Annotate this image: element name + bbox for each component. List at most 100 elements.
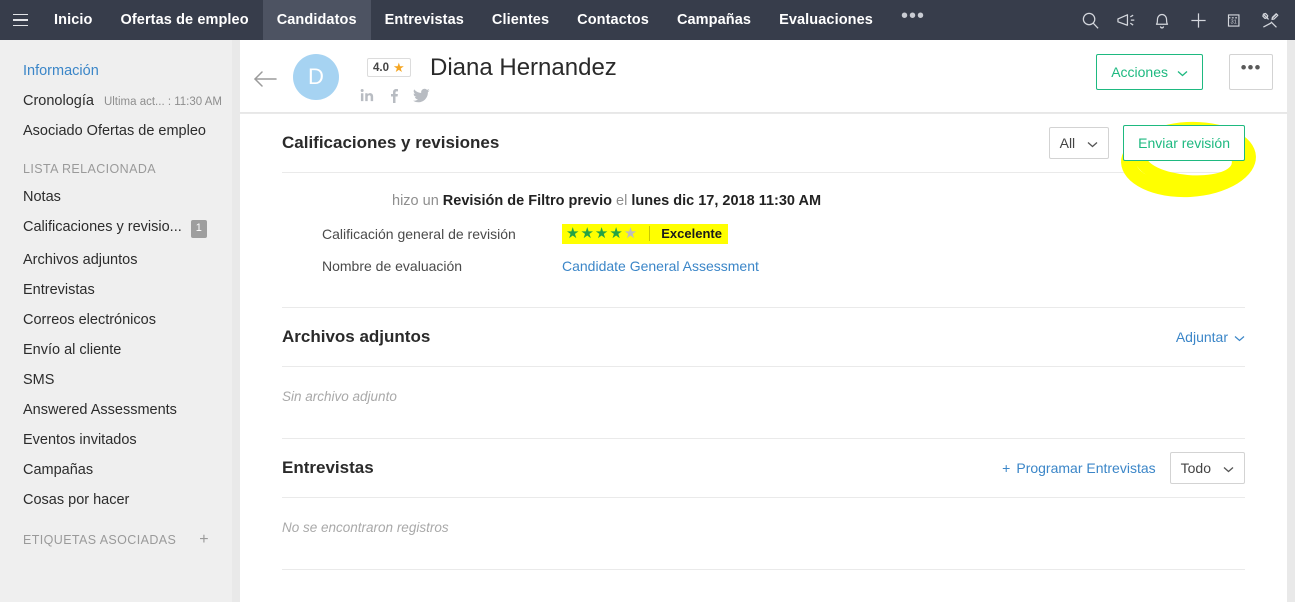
sidebar-item-cronologia[interactable]: Cronología Ultima act... : 11:30 AM: [0, 86, 232, 116]
sidebar-item-label: Entrevistas: [23, 282, 95, 298]
attachments-empty-state: Sin archivo adjunto: [240, 367, 1287, 438]
main-content: D 4.0 ★ Diana Hernandez Acciones ••• Cal…: [232, 40, 1295, 602]
interviews-panel-header: Entrevistas + Programar Entrevistas Todo: [282, 439, 1245, 497]
sidebar-item-label: Calificaciones y revisio...: [23, 219, 182, 235]
programar-entrevistas-label: Programar Entrevistas: [1016, 460, 1156, 476]
sidebar-item-label: Cosas por hacer: [23, 492, 130, 508]
adjuntar-button[interactable]: Adjuntar: [1176, 329, 1245, 345]
sidebar-item-archivos-adjuntos[interactable]: Archivos adjuntos: [0, 245, 232, 275]
interviews-empty-text: No se encontraron registros: [282, 520, 449, 535]
linkedin-icon[interactable]: [360, 88, 375, 103]
reviews-filter-select[interactable]: All: [1048, 127, 1110, 159]
sidebar-section-label: LISTA RELACIONADA: [23, 162, 156, 176]
programar-entrevistas-button[interactable]: + Programar Entrevistas: [1002, 460, 1155, 476]
page-title: Diana Hernandez: [430, 54, 617, 81]
rating-badge[interactable]: 4.0 ★: [367, 58, 411, 77]
review-row-label: Calificación general de revisión: [322, 225, 516, 242]
top-nav-items: Inicio Ofertas de empleo Candidatos Entr…: [40, 0, 939, 40]
reviews-panel-actions: All Enviar revisión: [1048, 125, 1245, 161]
chevron-down-icon: [1087, 135, 1098, 151]
review-row-assessment-name: Nombre de evaluación Candidate General A…: [322, 253, 1245, 278]
nav-overflow-icon[interactable]: •••: [887, 0, 939, 40]
sidebar-item-envio-al-cliente[interactable]: Envío al cliente: [0, 335, 232, 365]
reviews-panel-header: Calificaciones y revisiones All Enviar r…: [282, 114, 1245, 172]
sidebar-item-label: Correos electrónicos: [23, 312, 156, 328]
review-datetime: lunes dic 17, 2018 11:30 AM: [631, 193, 822, 209]
sidebar-item-answered-assessments[interactable]: Answered Assessments: [0, 395, 232, 425]
add-tag-icon[interactable]: +: [199, 531, 209, 549]
interviews-panel-title: Entrevistas: [282, 458, 374, 477]
divider: [649, 225, 651, 241]
sidebar-item-campanas[interactable]: Campañas: [0, 455, 232, 485]
divider: [282, 569, 1245, 570]
nav-item-evaluaciones[interactable]: Evaluaciones: [765, 0, 887, 40]
nav-item-ofertas-de-empleo[interactable]: Ofertas de empleo: [106, 0, 262, 40]
review-detail-rows: Calificación general de revisión ★★★★★ E…: [282, 209, 1245, 307]
more-options-icon[interactable]: •••: [1229, 54, 1273, 90]
nav-item-contactos[interactable]: Contactos: [563, 0, 663, 40]
detail-scroll-area[interactable]: Calificaciones y revisiones All Enviar r…: [240, 114, 1287, 602]
review-rating-highlighted: ★★★★★ Excelente: [562, 223, 728, 244]
avatar: D: [293, 54, 339, 100]
candidate-header: D 4.0 ★ Diana Hernandez Acciones •••: [240, 40, 1287, 113]
announcement-icon[interactable]: [1109, 0, 1143, 40]
sidebar-item-cosas-por-hacer[interactable]: Cosas por hacer: [0, 485, 232, 515]
chevron-down-icon: [1177, 64, 1188, 80]
adjuntar-label: Adjuntar: [1175, 329, 1228, 345]
avatar-initial: D: [308, 64, 324, 89]
sidebar-section-label: ETIQUETAS ASOCIADAS: [23, 533, 177, 547]
assessment-name-link[interactable]: Candidate General Assessment: [562, 258, 759, 274]
calendar-icon[interactable]: 31: [1217, 0, 1251, 40]
plus-icon: +: [1002, 460, 1011, 476]
enviar-revision-wrapper: Enviar revisión: [1123, 125, 1245, 161]
notifications-bell-icon[interactable]: [1145, 0, 1179, 40]
attachments-empty-text: Sin archivo adjunto: [282, 389, 397, 404]
back-arrow-icon[interactable]: [251, 64, 281, 94]
sidebar-item-correos-electronicos[interactable]: Correos electrónicos: [0, 305, 232, 335]
interviews-filter-select[interactable]: Todo: [1169, 452, 1245, 484]
sidebar-section-lista-relacionada: LISTA RELACIONADA: [0, 146, 232, 182]
review-type: Revisión de Filtro previo: [442, 193, 612, 209]
reviews-filter-value: All: [1059, 135, 1076, 151]
sidebar-item-label: Archivos adjuntos: [23, 252, 138, 268]
review-row-overall-rating: Calificación general de revisión ★★★★★ E…: [322, 221, 1245, 246]
interviews-panel-actions: + Programar Entrevistas Todo: [1002, 452, 1245, 484]
sidebar-item-eventos-invitados[interactable]: Eventos invitados: [0, 425, 232, 455]
review-prefix: hizo un: [392, 193, 439, 209]
nav-item-clientes[interactable]: Clientes: [478, 0, 563, 40]
interviews-panel: Entrevistas + Programar Entrevistas Todo: [240, 439, 1287, 497]
attachments-panel: Archivos adjuntos Adjuntar: [240, 308, 1287, 366]
facebook-icon[interactable]: [387, 88, 401, 103]
nav-item-campanas[interactable]: Campañas: [663, 0, 765, 40]
sidebar-last-updated: Ultima act... : 11:30 AM: [103, 96, 222, 108]
acciones-button[interactable]: Acciones: [1096, 54, 1203, 90]
sidebar-item-sms[interactable]: SMS: [0, 365, 232, 395]
chevron-down-icon: [1223, 460, 1234, 476]
nav-item-inicio[interactable]: Inicio: [40, 0, 106, 40]
sidebar-item-asociado-ofertas-de-empleo[interactable]: Asociado Ofertas de empleo: [0, 116, 232, 146]
sidebar-item-notas[interactable]: Notas: [0, 182, 232, 212]
twitter-icon[interactable]: [413, 88, 430, 103]
svg-text:31: 31: [1230, 19, 1236, 25]
nav-item-candidatos[interactable]: Candidatos: [262, 0, 371, 40]
acciones-label: Acciones: [1111, 64, 1168, 80]
sidebar-item-calificaciones-y-revisiones[interactable]: Calificaciones y revisio... 1: [0, 212, 232, 245]
search-icon[interactable]: [1073, 0, 1107, 40]
sidebar-item-informacion[interactable]: Información: [0, 56, 232, 86]
sidebar-item-entrevistas[interactable]: Entrevistas: [0, 275, 232, 305]
top-nav-icon-group: 31: [1073, 0, 1295, 40]
nav-item-entrevistas[interactable]: Entrevistas: [371, 0, 478, 40]
add-icon[interactable]: [1181, 0, 1215, 40]
star-rating-icons: ★★★★★: [566, 224, 639, 242]
interviews-empty-state: No se encontraron registros: [240, 498, 1287, 569]
sidebar-item-label: Cronología: [23, 93, 94, 109]
sidebar-item-label: Eventos invitados: [23, 432, 137, 448]
reviews-panel: Calificaciones y revisiones All Enviar r…: [240, 114, 1287, 172]
sidebar-item-label: Campañas: [23, 462, 94, 478]
review-rating-value: Excelente: [661, 225, 722, 241]
interviews-filter-value: Todo: [1180, 460, 1211, 476]
hamburger-menu-icon[interactable]: [0, 0, 40, 40]
enviar-revision-button[interactable]: Enviar revisión: [1123, 125, 1245, 161]
sidebar-item-label: Notas: [23, 189, 61, 205]
tools-icon[interactable]: [1253, 0, 1287, 40]
